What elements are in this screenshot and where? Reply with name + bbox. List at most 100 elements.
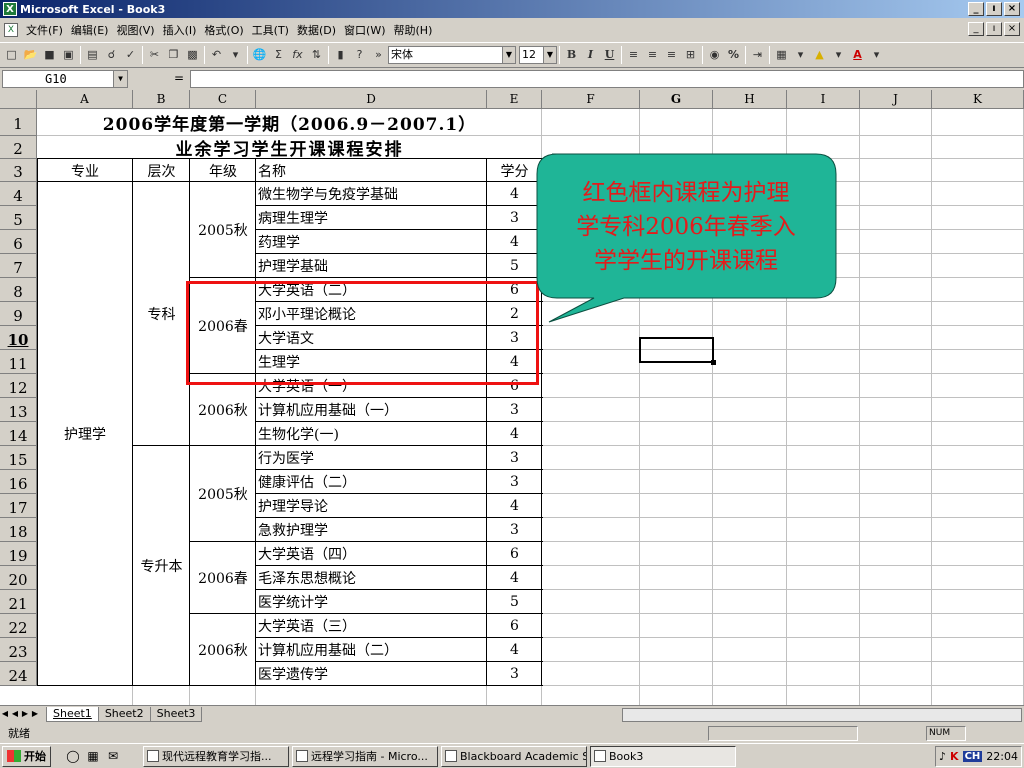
menu-view[interactable]: 视图(V)	[112, 22, 158, 38]
dropdown-arrow-icon[interactable]: ▾	[791, 45, 810, 65]
worksheet-grid[interactable]: ABCDEFGHIJK 1 2 3 4 5 6 7 8 9 10 11 12 13 14 15 16 17 18 1…	[0, 90, 1024, 706]
column-header-b[interactable]: B	[133, 90, 190, 109]
first-sheet-icon[interactable]: ◀	[0, 707, 10, 721]
font-size-select[interactable]: 12 ▼	[519, 46, 557, 64]
column-header-a[interactable]: A	[37, 90, 133, 109]
column-header-h[interactable]: H	[713, 90, 787, 109]
paste-icon[interactable]: ▩	[183, 45, 202, 65]
copy-icon[interactable]: ❐	[164, 45, 183, 65]
horizontal-scrollbar[interactable]	[622, 708, 1022, 722]
next-sheet-icon[interactable]: ▶	[20, 707, 30, 721]
permission-icon[interactable]: ▣	[59, 45, 78, 65]
bold-button[interactable]: B	[562, 45, 581, 65]
row-header-9[interactable]: 9	[0, 302, 37, 326]
column-header-d[interactable]: D	[256, 90, 487, 109]
print-preview-icon[interactable]: ☌	[102, 45, 121, 65]
row-header-15[interactable]: 15	[0, 446, 37, 470]
row-header-21[interactable]: 21	[0, 590, 37, 614]
row-header-5[interactable]: 5	[0, 206, 37, 230]
row-header-10[interactable]: 10	[0, 326, 37, 350]
row-header-16[interactable]: 16	[0, 470, 37, 494]
function-icon[interactable]: fx	[288, 45, 307, 65]
menu-window[interactable]: 窗口(W)	[340, 22, 389, 38]
column-header-g[interactable]: G	[640, 90, 713, 109]
more-buttons-icon[interactable]: »	[369, 45, 388, 65]
row-header-12[interactable]: 12	[0, 374, 37, 398]
workbook-icon[interactable]: X	[4, 23, 18, 37]
browser-icon[interactable]: ◯	[63, 746, 83, 766]
print-icon[interactable]: ▤	[83, 45, 102, 65]
chevron-down-icon[interactable]: ▼	[502, 47, 515, 63]
row-header-7[interactable]: 7	[0, 254, 37, 278]
start-button[interactable]: 开始	[2, 745, 51, 767]
help-icon[interactable]: ?	[350, 45, 369, 65]
increase-indent-icon[interactable]: ⇥	[748, 45, 767, 65]
row-header-6[interactable]: 6	[0, 230, 37, 254]
menu-help[interactable]: 帮助(H)	[390, 22, 437, 38]
ime-indicator[interactable]: CH	[962, 751, 983, 762]
column-header-i[interactable]: I	[787, 90, 860, 109]
chart-wizard-icon[interactable]: ▮	[331, 45, 350, 65]
select-all-corner[interactable]	[0, 90, 37, 109]
new-icon[interactable]: □	[2, 45, 21, 65]
menu-data[interactable]: 数据(D)	[293, 22, 340, 38]
task-book3[interactable]: Book3	[590, 745, 736, 767]
menu-insert[interactable]: 插入(I)	[159, 22, 201, 38]
align-left-icon[interactable]: ≡	[624, 45, 643, 65]
row-header-8[interactable]: 8	[0, 278, 37, 302]
chevron-down-icon[interactable]: ▼	[543, 47, 556, 63]
spelling-icon[interactable]: ✓	[121, 45, 140, 65]
antivirus-icon[interactable]: K	[950, 750, 959, 763]
dropdown-arrow-icon[interactable]: ▾	[829, 45, 848, 65]
menu-format[interactable]: 格式(O)	[200, 22, 247, 38]
percent-button[interactable]: %	[724, 45, 743, 65]
row-header-4[interactable]: 4	[0, 182, 37, 206]
row-header-13[interactable]: 13	[0, 398, 37, 422]
cut-icon[interactable]: ✂	[145, 45, 164, 65]
column-header-f[interactable]: F	[542, 90, 640, 109]
last-sheet-icon[interactable]: ▶	[30, 707, 40, 721]
save-icon[interactable]: ■	[40, 45, 59, 65]
dropdown-arrow-icon[interactable]: ▾	[867, 45, 886, 65]
volume-icon[interactable]: ♪	[939, 750, 946, 763]
sort-ascending-icon[interactable]: ⇅	[307, 45, 326, 65]
row-header-11[interactable]: 11	[0, 350, 37, 374]
row-header-22[interactable]: 22	[0, 614, 37, 638]
borders-icon[interactable]: ▦	[772, 45, 791, 65]
desktop-icon[interactable]: ▦	[83, 746, 103, 766]
open-icon[interactable]: 📂	[21, 45, 40, 65]
name-box[interactable]: G10 ▼	[2, 70, 128, 88]
outlook-icon[interactable]: ✉	[103, 746, 123, 766]
autosum-icon[interactable]: Σ	[269, 45, 288, 65]
formula-input[interactable]	[190, 70, 1024, 88]
minimize-button[interactable]: _	[968, 2, 984, 16]
italic-button[interactable]: I	[581, 45, 600, 65]
tab-sheet1[interactable]: Sheet1	[46, 706, 99, 722]
align-right-icon[interactable]: ≡	[662, 45, 681, 65]
row-header-23[interactable]: 23	[0, 638, 37, 662]
task-distance-guide[interactable]: 远程学习指南 - Micro...	[292, 745, 438, 767]
close-button[interactable]: ×	[1004, 2, 1020, 16]
underline-button[interactable]: U	[600, 45, 619, 65]
row-header-3[interactable]: 3	[0, 159, 37, 182]
merge-center-icon[interactable]: ⊞	[681, 45, 700, 65]
currency-icon[interactable]: ◉	[705, 45, 724, 65]
align-center-icon[interactable]: ≡	[643, 45, 662, 65]
restore-button[interactable]: ı	[986, 2, 1002, 16]
row-header-18[interactable]: 18	[0, 518, 37, 542]
chevron-down-icon[interactable]: ▼	[113, 71, 127, 87]
column-header-c[interactable]: C	[190, 90, 256, 109]
workbook-close-button[interactable]: ×	[1004, 22, 1020, 36]
menu-edit[interactable]: 编辑(E)	[67, 22, 113, 38]
task-modern-distance-ed[interactable]: 现代远程教育学习指...	[143, 745, 289, 767]
menu-file[interactable]: 文件(F)	[22, 22, 67, 38]
column-header-j[interactable]: J	[860, 90, 932, 109]
tab-sheet2[interactable]: Sheet2	[97, 706, 151, 722]
fill-color-icon[interactable]: ▲	[810, 45, 829, 65]
task-blackboard[interactable]: Blackboard Academic S...	[441, 745, 587, 767]
tab-sheet3[interactable]: Sheet3	[149, 706, 203, 722]
menu-tools[interactable]: 工具(T)	[248, 22, 293, 38]
font-name-select[interactable]: 宋体 ▼	[388, 46, 516, 64]
prev-sheet-icon[interactable]: ◀	[10, 707, 20, 721]
column-header-k[interactable]: K	[932, 90, 1024, 109]
